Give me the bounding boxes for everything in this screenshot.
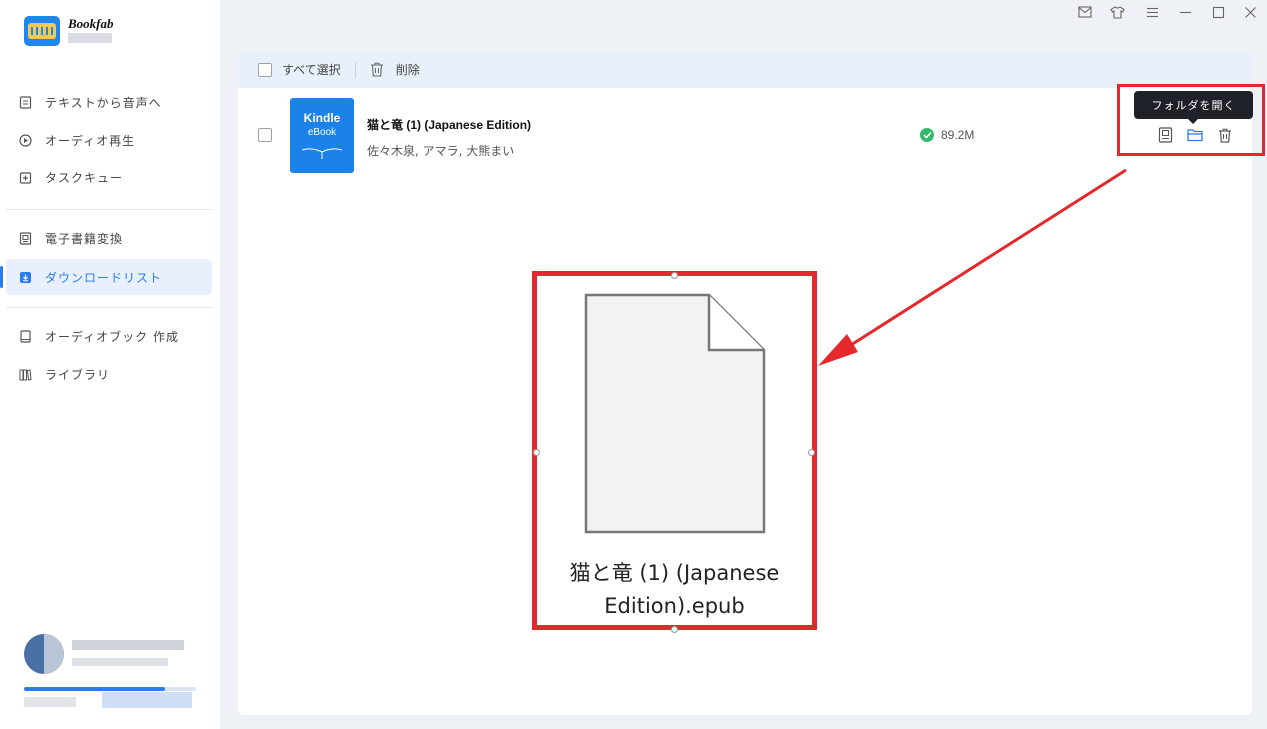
sidebar-item-label: タスクキュー [45, 170, 124, 185]
user-email-blurred [72, 658, 168, 666]
sidebar: Bookfab テキストから音声へ オーディオ再生 タスクキュー 電子書籍変換 … [0, 0, 220, 729]
resize-handle[interactable] [533, 449, 540, 456]
ebook-convert-icon [18, 231, 32, 245]
row-checkbox[interactable] [258, 128, 272, 142]
resize-handle[interactable] [671, 626, 678, 633]
select-all-checkbox[interactable] [258, 62, 272, 77]
sidebar-item-label: ダウンロードリスト [45, 270, 163, 285]
sidebar-item-audio-playback[interactable]: オーディオ再生 [6, 122, 212, 158]
sidebar-item-label: オーディオブック 作成 [45, 329, 179, 344]
minimize-icon[interactable] [1177, 4, 1193, 20]
user-name-blurred [72, 640, 184, 650]
sidebar-item-label: テキストから音声へ [45, 95, 162, 110]
open-book-icon [301, 148, 343, 159]
list-toolbar: すべて選択 削除 [238, 51, 1252, 88]
usage-text-blurred [24, 697, 76, 707]
delete-button[interactable]: 削除 [396, 61, 420, 78]
brand-subtitle-blurred [68, 33, 112, 43]
document-icon [18, 95, 32, 109]
book-cover: Kindle eBook [290, 98, 354, 173]
app-brand: Bookfab [68, 16, 114, 31]
shirt-icon[interactable] [1109, 4, 1125, 20]
file-name-line1: 猫と竜 (1) (Japanese [569, 561, 780, 585]
avatar[interactable] [24, 634, 64, 674]
sidebar-divider [6, 209, 212, 210]
sidebar-item-download-list[interactable]: ダウンロードリスト [6, 259, 212, 295]
close-icon[interactable] [1242, 4, 1258, 20]
active-indicator [0, 266, 3, 288]
file-name: 猫と竜 (1) (Japanese Edition).epub [537, 557, 812, 623]
library-icon [18, 367, 32, 381]
sidebar-item-ebook-conversion[interactable]: 電子書籍変換 [6, 220, 212, 256]
epub-file-icon [584, 293, 766, 534]
sidebar-item-audiobook-create[interactable]: オーディオブック 作成 [6, 318, 212, 354]
upgrade-button-blurred[interactable] [102, 692, 192, 708]
sidebar-item-text-to-speech[interactable]: テキストから音声へ [6, 84, 212, 120]
download-icon [18, 270, 32, 284]
resize-handle[interactable] [808, 449, 815, 456]
cover-line2: eBook [307, 127, 337, 138]
mail-icon[interactable] [1077, 4, 1093, 20]
trash-icon[interactable] [370, 62, 384, 77]
book-author: 佐々木泉, アマラ, 大熊まい [367, 144, 515, 158]
maximize-icon[interactable] [1210, 4, 1226, 20]
select-all-label[interactable]: すべて選択 [282, 61, 341, 78]
file-size: 89.2M [941, 128, 975, 142]
highlight-box-actions [1117, 84, 1265, 156]
usage-progress [24, 687, 196, 691]
sidebar-item-task-queue[interactable]: タスクキュー [6, 159, 212, 195]
resize-handle[interactable] [671, 272, 678, 279]
file-preview-callout: 猫と竜 (1) (Japanese Edition).epub [532, 271, 817, 633]
sidebar-divider [6, 307, 212, 308]
book-title: 猫と竜 (1) (Japanese Edition) [367, 118, 532, 132]
cover-line1: Kindle [303, 111, 341, 125]
download-status: 89.2M [920, 128, 974, 142]
sidebar-item-label: オーディオ再生 [45, 133, 136, 148]
toolbar-separator [354, 61, 356, 78]
sidebar-item-label: 電子書籍変換 [45, 231, 124, 246]
add-task-icon [18, 170, 32, 184]
audiobook-icon [18, 329, 32, 343]
play-circle-icon [18, 133, 32, 147]
app-logo-icon [24, 16, 60, 46]
sidebar-item-label: ライブラリ [45, 367, 111, 382]
sidebar-item-library[interactable]: ライブラリ [6, 356, 212, 392]
check-circle-icon [920, 128, 934, 142]
file-name-line2: Edition).epub [604, 594, 745, 618]
menu-icon[interactable] [1144, 4, 1160, 20]
